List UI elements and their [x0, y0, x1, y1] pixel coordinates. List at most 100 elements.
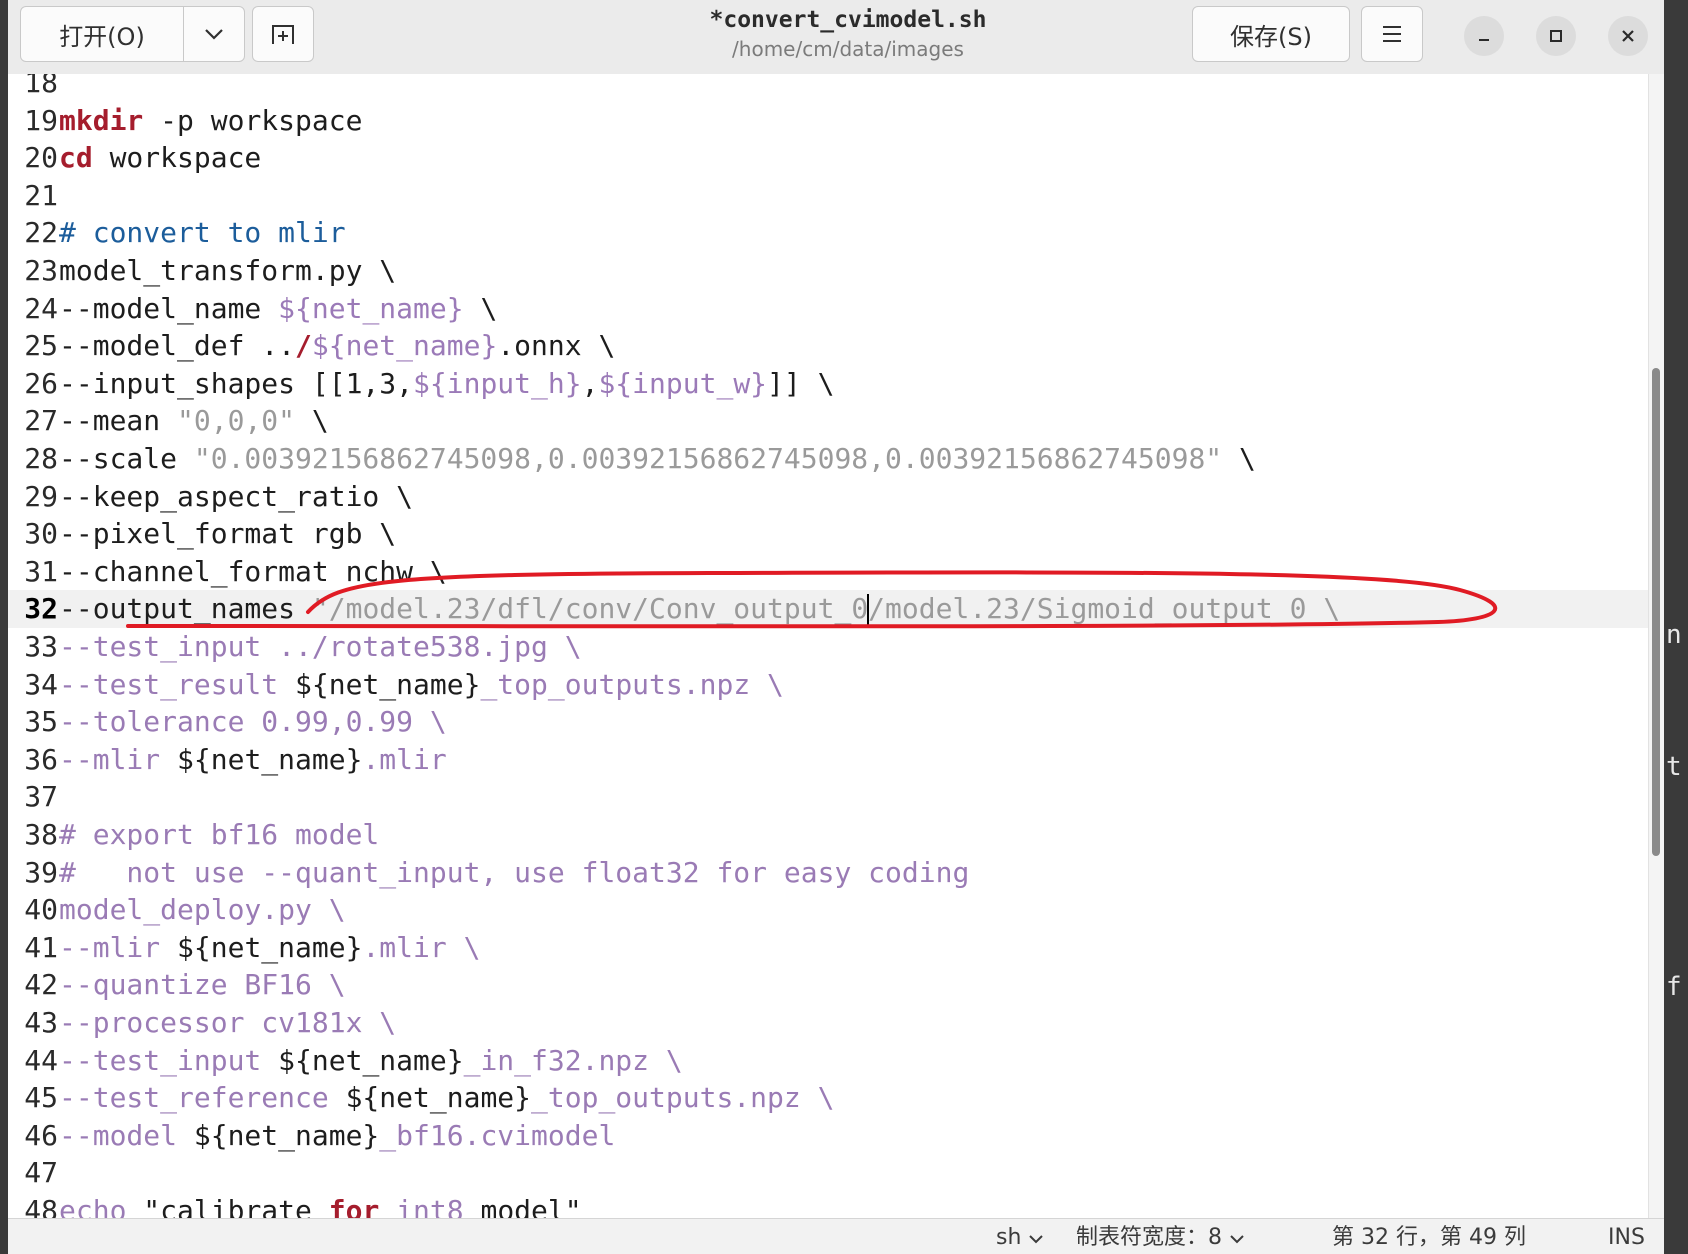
code-token: _in_f32.npz \ — [463, 1043, 683, 1077]
tab-width-label: 制表符宽度：8 — [1076, 1225, 1222, 1250]
code-line[interactable]: 32 --output_names "/model.23/dfl/conv/Con… — [8, 590, 1648, 628]
line-number: 35 — [24, 705, 58, 739]
code-token: --test_result — [59, 667, 296, 701]
code-token: _bf16.cvimodel — [379, 1118, 616, 1152]
line-number: 44 — [24, 1043, 58, 1077]
new-tab-icon — [272, 25, 294, 44]
code-token: \ — [463, 291, 498, 325]
code-token: for — [328, 1194, 380, 1218]
open-button[interactable]: 打开(O) — [20, 6, 184, 62]
code-line[interactable]: 35 --tolerance 0.99,0.99 \ — [8, 703, 1648, 741]
code-line[interactable]: 26 --input_shapes [[1,3,${input_h},${inpu… — [8, 365, 1648, 403]
main-menu-button[interactable] — [1361, 6, 1423, 62]
code-line[interactable]: 48 echo "calibrate for int8 model" — [8, 1192, 1648, 1218]
insert-mode-indicator: INS — [1608, 1225, 1645, 1250]
vertical-scrollbar[interactable] — [1648, 74, 1664, 1218]
code-token: # not use --quant_input, use float32 for… — [59, 855, 970, 889]
line-content: model_deploy.py \ — [59, 891, 346, 929]
code-token: # export bf16 model — [59, 818, 380, 851]
line-content: --test_input ../rotate538.jpg \ — [59, 628, 582, 666]
close-button[interactable] — [1608, 16, 1648, 56]
code-token: net_name — [311, 291, 447, 325]
code-token: --mean — [59, 404, 178, 438]
code-line[interactable]: 38 # export bf16 model — [8, 816, 1648, 854]
code-line[interactable]: 33 --test_input ../rotate538.jpg \ — [8, 628, 1648, 666]
language-selector[interactable]: sh — [996, 1223, 1044, 1253]
scrollbar-thumb[interactable] — [1652, 368, 1660, 856]
window-title: *convert_cvimodel.sh — [709, 7, 987, 33]
code-token: _top_outputs.npz \ — [480, 667, 784, 701]
code-token: --output_names — [59, 592, 312, 626]
minimize-button[interactable] — [1464, 16, 1504, 56]
line-content: --processor cv181x \ — [59, 1004, 396, 1042]
code-line[interactable]: 43 --processor cv181x \ — [8, 1004, 1648, 1042]
code-token: workspace — [92, 141, 262, 175]
line-number: 36 — [24, 742, 58, 776]
new-tab-button[interactable] — [252, 6, 314, 62]
background-text: n — [1666, 620, 1682, 650]
line-content: --model_def ../${net_name}.onnx \ — [59, 327, 615, 365]
open-menu-button[interactable] — [183, 6, 245, 62]
code-token: --mlir — [59, 742, 178, 776]
line-number: 32 — [24, 592, 58, 626]
language-label: sh — [996, 1225, 1022, 1250]
code-line[interactable]: 37 — [8, 778, 1648, 816]
code-token: -p workspace — [143, 103, 363, 137]
code-line[interactable]: 19 mkdir -p workspace — [8, 102, 1648, 140]
code-line[interactable]: 29 --keep_aspect_ratio \ — [8, 478, 1648, 516]
line-content: cd workspace — [59, 139, 261, 177]
code-token: --test_input — [59, 1043, 279, 1077]
code-line[interactable]: 34 --test_result ${net_name}_top_outputs.… — [8, 666, 1648, 704]
code-line[interactable]: 42 --quantize BF16 \ — [8, 966, 1648, 1004]
line-number: 27 — [24, 404, 58, 438]
code-line[interactable]: 41 --mlir ${net_name}.mlir \ — [8, 929, 1648, 967]
code-line[interactable]: 46 --model ${net_name}_bf16.cvimodel — [8, 1117, 1648, 1155]
code-line[interactable]: 31 --channel_format nchw \ — [8, 553, 1648, 591]
code-token: ${net_name} — [177, 930, 363, 964]
code-line[interactable]: 28 --scale "0.00392156862745098,0.0039215… — [8, 440, 1648, 478]
code-token: ${net_name} — [193, 1118, 380, 1152]
background-text: f — [1666, 972, 1682, 1002]
line-content: --input_shapes [[1,3,${input_h},${input_… — [59, 365, 834, 403]
line-content: # export bf16 model — [59, 816, 379, 854]
code-line[interactable]: 24 --model_name ${net_name} \ — [8, 290, 1648, 328]
code-line[interactable]: 20 cd workspace — [8, 139, 1648, 177]
code-line[interactable]: 30 --pixel_format rgb \ — [8, 515, 1648, 553]
save-button[interactable]: 保存(S) — [1192, 6, 1350, 62]
code-token: ${net_name} — [295, 667, 481, 701]
line-number: 39 — [24, 855, 58, 889]
code-line[interactable]: 45 --test_reference ${net_name}_top_outpu… — [8, 1079, 1648, 1117]
line-content: --test_reference ${net_name}_top_outputs… — [59, 1079, 834, 1117]
code-line[interactable]: 23 model_transform.py \ — [8, 252, 1648, 290]
code-line[interactable]: 25 --model_def ../${net_name}.onnx \ — [8, 327, 1648, 365]
code-line[interactable]: 22 # convert to mlir — [8, 214, 1648, 252]
code-token: , — [581, 366, 599, 400]
tab-width-selector[interactable]: 制表符宽度：8 — [1076, 1223, 1245, 1253]
code-line[interactable]: 36 --mlir ${net_name}.mlir — [8, 741, 1648, 779]
code-line[interactable]: 47 — [8, 1154, 1648, 1192]
cursor-position[interactable]: 第 32 行，第 49 列 — [1332, 1223, 1526, 1253]
code-token: ${ — [311, 329, 346, 363]
code-line[interactable]: 21 — [8, 177, 1648, 215]
line-content: --keep_aspect_ratio \ — [59, 478, 413, 516]
line-number: 23 — [24, 254, 58, 287]
code-editor[interactable]: 18 19 mkdir -p workspace 20 cd workspace 21 22… — [8, 74, 1648, 1218]
code-line[interactable]: 40 model_deploy.py \ — [8, 891, 1648, 929]
code-line[interactable]: 18 — [8, 74, 1648, 102]
code-line[interactable]: 39 # not use --quant_input, use float32 f… — [8, 854, 1648, 892]
code-line[interactable]: 44 --test_input ${net_name}_in_f32.npz \ — [8, 1042, 1648, 1080]
chevron-down-icon — [1230, 1235, 1244, 1244]
code-token: "0.00392156862745098,0.00392156862745098… — [193, 442, 1223, 475]
code-token: --tolerance 0.99,0.99 \ — [59, 705, 447, 739]
code-token: model_deploy.py \ — [59, 893, 346, 927]
line-content: --pixel_format rgb \ — [59, 515, 396, 553]
line-content: # not use --quant_input, use float32 for… — [59, 854, 969, 892]
line-number: 28 — [24, 442, 58, 475]
window-title-area: *convert_cvimodel.sh /home/cm/data/image… — [628, 4, 1068, 62]
code-line[interactable]: 27 --mean "0,0,0" \ — [8, 402, 1648, 440]
code-token: "/model.23/dfl/conv/Conv_output_0 — [311, 592, 869, 626]
line-content: --tolerance 0.99,0.99 \ — [59, 703, 447, 741]
maximize-button[interactable] — [1536, 16, 1576, 56]
text-editor-window: 打开(O) *convert_cvimodel.sh /home/cm/data… — [8, 0, 1664, 1254]
code-token: --model_name — [59, 291, 279, 325]
